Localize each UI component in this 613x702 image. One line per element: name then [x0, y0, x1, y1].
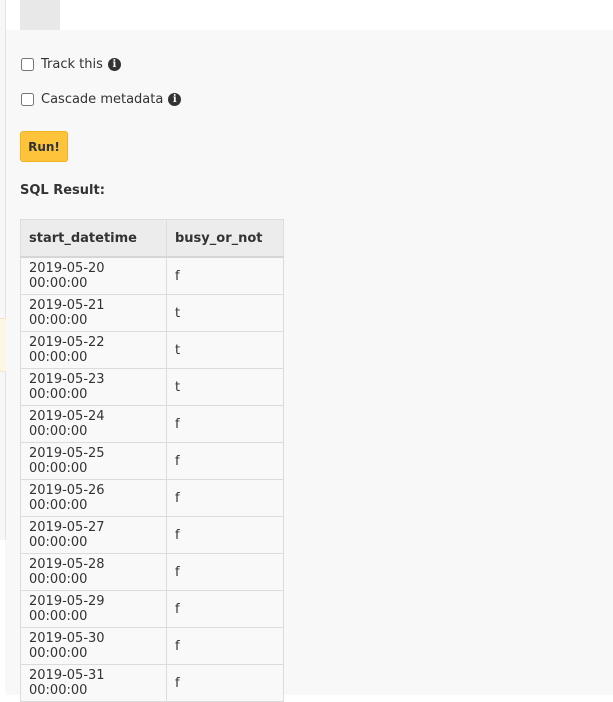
cascade-metadata-option[interactable]: Cascade metadata i [20, 92, 182, 107]
table-cell: f [166, 516, 284, 554]
table-cell: f [166, 405, 284, 443]
cascade-metadata-checkbox[interactable] [21, 93, 34, 106]
table-row: 2019-05-23 00:00:00 t [20, 368, 284, 406]
table-cell: 2019-05-22 00:00:00 [20, 331, 167, 369]
table-cell: 2019-05-30 00:00:00 [20, 627, 167, 665]
editor-gutter [20, 0, 60, 30]
table-row: 2019-05-20 00:00:00 f [20, 256, 284, 295]
table-header-row: start_datetime busy_or_not [20, 219, 284, 258]
table-row: 2019-05-24 00:00:00 f [20, 405, 284, 443]
track-this-checkbox[interactable] [21, 58, 34, 71]
table-cell: f [166, 590, 284, 628]
table-cell: 2019-05-31 00:00:00 [20, 664, 167, 702]
track-this-option[interactable]: Track this i [20, 57, 121, 72]
table-cell: t [166, 331, 284, 369]
track-this-label: Track this [41, 57, 103, 72]
column-header[interactable]: busy_or_not [166, 219, 284, 258]
table-row: 2019-05-29 00:00:00 f [20, 590, 284, 628]
table-cell: f [166, 553, 284, 591]
table-row: 2019-05-22 00:00:00 t [20, 331, 284, 369]
table-cell: f [166, 256, 284, 295]
info-icon[interactable]: i [107, 58, 121, 71]
table-cell: 2019-05-27 00:00:00 [20, 516, 167, 554]
table-cell: 2019-05-20 00:00:00 [20, 256, 167, 295]
table-cell: f [166, 627, 284, 665]
table-row: 2019-05-21 00:00:00 t [20, 294, 284, 332]
table-row: 2019-05-31 00:00:00 f [20, 664, 284, 702]
table-cell: t [166, 368, 284, 406]
table-cell: 2019-05-24 00:00:00 [20, 405, 167, 443]
table-cell: 2019-05-25 00:00:00 [20, 442, 167, 480]
left-edge-highlight [0, 318, 6, 372]
table-cell: f [166, 442, 284, 480]
table-row: 2019-05-25 00:00:00 f [20, 442, 284, 480]
table-cell: t [166, 294, 284, 332]
table-cell: f [166, 664, 284, 702]
cascade-metadata-label: Cascade metadata [41, 92, 164, 107]
table-cell: 2019-05-23 00:00:00 [20, 368, 167, 406]
table-cell: 2019-05-28 00:00:00 [20, 553, 167, 591]
table-cell: f [166, 479, 284, 517]
sql-result-table: start_datetime busy_or_not 2019-05-20 00… [20, 219, 284, 702]
column-header[interactable]: start_datetime [20, 219, 167, 258]
editor-area-bottom [0, 0, 613, 30]
table-cell: 2019-05-29 00:00:00 [20, 590, 167, 628]
run-button[interactable]: Run! [20, 131, 68, 162]
table-cell: 2019-05-21 00:00:00 [20, 294, 167, 332]
table-cell: 2019-05-26 00:00:00 [20, 479, 167, 517]
info-icon[interactable]: i [168, 93, 182, 106]
table-row: 2019-05-27 00:00:00 f [20, 516, 284, 554]
table-row: 2019-05-28 00:00:00 f [20, 553, 284, 591]
table-row: 2019-05-30 00:00:00 f [20, 627, 284, 665]
table-row: 2019-05-26 00:00:00 f [20, 479, 284, 517]
sql-result-title: SQL Result: [20, 183, 105, 198]
left-edge [0, 0, 6, 540]
